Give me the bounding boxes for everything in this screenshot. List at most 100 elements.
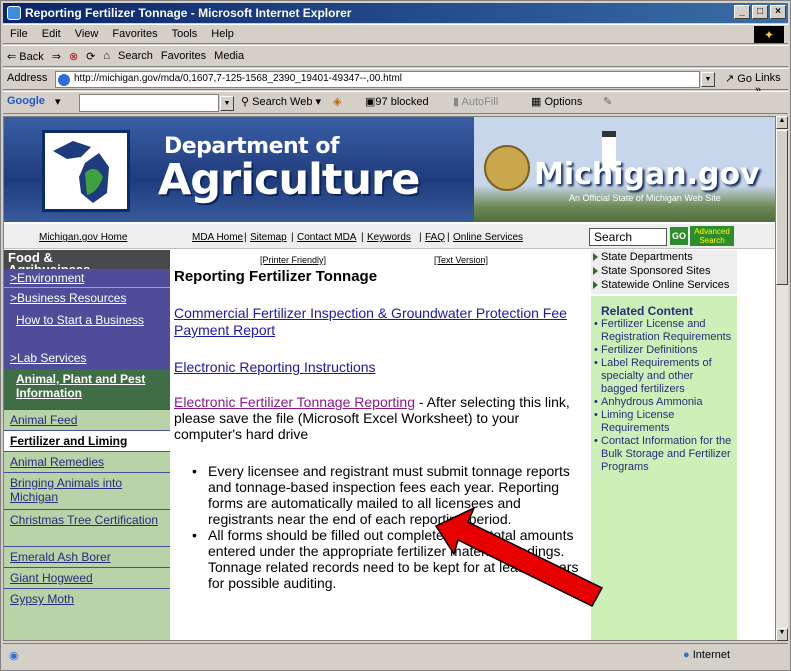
- electronic-tonnage-reporting-link[interactable]: Electronic Fertilizer Tonnage Reporting: [174, 394, 415, 410]
- site-banner: Department of Agriculture Michigan.gov A…: [4, 117, 775, 222]
- scroll-up-icon[interactable]: ▲: [776, 116, 788, 129]
- printer-friendly-link[interactable]: [Printer Friendly]: [260, 255, 326, 265]
- related-link[interactable]: Contact Information for the Bulk Storage…: [591, 435, 737, 474]
- address-url: http://michigan.gov/mda/0,1607,7-125-156…: [74, 73, 403, 84]
- forward-button[interactable]: ⇒: [48, 50, 65, 63]
- sidebar-item-label: Gypsy Moth: [10, 592, 75, 606]
- related-link[interactable]: Liming License Requirements: [591, 409, 737, 435]
- autofill-button[interactable]: ▮ AutoFill: [453, 95, 498, 108]
- media-button[interactable]: Media: [210, 50, 248, 62]
- nav-keywords[interactable]: Keywords: [367, 232, 411, 243]
- search-button[interactable]: Search: [114, 50, 157, 62]
- fee-payment-report-link[interactable]: Commercial Fertilizer Inspection & Groun…: [174, 305, 574, 339]
- sidebar-item-label: Business Resources: [17, 291, 127, 305]
- state-departments-link[interactable]: State Departments: [591, 250, 737, 264]
- close-button[interactable]: ×: [770, 5, 786, 19]
- sidebar-item-how-to-start[interactable]: How to Start a Business: [4, 310, 170, 346]
- tonnage-reporting-paragraph: Electronic Fertilizer Tonnage Reporting …: [174, 394, 579, 442]
- google-logo[interactable]: Google: [7, 95, 45, 107]
- sidebar-item-environment[interactable]: >Environment: [4, 269, 170, 287]
- michigan-gov-logo[interactable]: Michigan.gov: [534, 157, 760, 192]
- sidebar-item-animal-plant-pest[interactable]: Animal, Plant and Pest Information: [4, 369, 170, 409]
- sidebar-item-christmas-tree[interactable]: Christmas Tree Certification: [4, 510, 170, 546]
- go-button[interactable]: ↗ Go: [725, 72, 752, 85]
- page-viewport: Department of Agriculture Michigan.gov A…: [3, 116, 776, 641]
- blocked-label: 97 blocked: [375, 96, 429, 108]
- google-search-input[interactable]: [79, 94, 219, 112]
- sidebar-item-fertilizer-and-liming[interactable]: Fertilizer and Liming: [4, 431, 170, 451]
- scroll-down-icon[interactable]: ▼: [776, 628, 788, 641]
- sidebar-item-label: Animal, Plant and Pest Information: [16, 372, 146, 400]
- sidebar-item-bringing-animals[interactable]: Bringing Animals into Michigan: [4, 473, 170, 509]
- nav-online-services[interactable]: Online Services: [453, 232, 523, 243]
- google-dropdown-icon[interactable]: ▾: [55, 95, 61, 108]
- pagerank-icon[interactable]: ◈: [333, 95, 341, 108]
- back-button[interactable]: ⇐ Back: [3, 50, 48, 63]
- menu-help[interactable]: Help: [204, 28, 241, 40]
- state-seal-icon: [484, 145, 530, 191]
- scroll-thumb[interactable]: [776, 130, 788, 285]
- menu-edit[interactable]: Edit: [35, 28, 68, 40]
- text-version-link[interactable]: [Text Version]: [434, 255, 488, 265]
- nav-sitemap[interactable]: Sitemap: [250, 232, 287, 243]
- sidebar-item-label: Fertilizer and Liming: [10, 434, 128, 448]
- address-dropdown-icon[interactable]: ▼: [701, 72, 715, 87]
- internet-zone: ● Internet: [683, 649, 730, 661]
- red-pointer-arrow-icon: [434, 506, 604, 607]
- address-label: Address: [7, 72, 48, 84]
- sidebar-item-giant-hogweed[interactable]: Giant Hogweed: [4, 568, 170, 588]
- related-link[interactable]: Anhydrous Ammonia: [591, 396, 737, 409]
- minimize-button[interactable]: _: [734, 5, 750, 19]
- sidebar-item-lab-services[interactable]: >Lab Services: [4, 348, 170, 368]
- favorites-button[interactable]: Favorites: [157, 50, 210, 62]
- sidebar-item-label: Environment: [17, 271, 85, 285]
- electronic-reporting-instructions-link[interactable]: Electronic Reporting Instructions: [174, 359, 376, 376]
- go-label: Go: [737, 73, 752, 85]
- nav-faq[interactable]: FAQ: [425, 232, 445, 243]
- sidebar-item-label: Emerald Ash Borer: [10, 550, 111, 564]
- site-search-input[interactable]: Search: [589, 228, 667, 246]
- search-web-button[interactable]: ⚲ Search Web ▾: [241, 95, 321, 108]
- menu-file[interactable]: File: [3, 28, 35, 40]
- sidebar-item-animal-remedies[interactable]: Animal Remedies: [4, 452, 170, 472]
- statewide-online-services-link[interactable]: Statewide Online Services: [591, 278, 737, 292]
- google-toolbar: Google ▾ ▼ ⚲ Search Web ▾ ◈ ▣97 blocked …: [3, 91, 788, 114]
- related-link[interactable]: Fertilizer Definitions: [591, 344, 737, 357]
- nav-mda-home[interactable]: MDA Home: [192, 232, 243, 243]
- stop-button[interactable]: ⊗: [65, 50, 82, 63]
- sidebar-item-emerald-ash-borer[interactable]: Emerald Ash Borer: [4, 547, 170, 567]
- related-link[interactable]: Fertilizer License and Registration Requ…: [591, 318, 737, 344]
- menu-tools[interactable]: Tools: [165, 28, 205, 40]
- browser-window: Reporting Fertilizer Tonnage - Microsoft…: [0, 0, 791, 671]
- highlighter-icon[interactable]: ✎: [603, 95, 612, 108]
- site-search-go-button[interactable]: GO: [670, 227, 688, 245]
- home-button[interactable]: ⌂: [99, 50, 114, 62]
- menu-bar: File Edit View Favorites Tools Help ✦: [3, 24, 788, 44]
- sidebar-item-animal-feed[interactable]: Animal Feed: [4, 410, 170, 430]
- sidebar-item-label: Animal Feed: [10, 413, 78, 427]
- popup-blocker-button[interactable]: ▣97 blocked: [365, 95, 429, 108]
- sidebar-item-gypsy-moth[interactable]: Gypsy Moth: [4, 589, 170, 640]
- page-title: Reporting Fertilizer Tonnage: [174, 268, 378, 285]
- options-button[interactable]: ▦ Options: [531, 95, 582, 108]
- advanced-search-link[interactable]: Advanced Search: [690, 226, 734, 246]
- toolbar: ⇐ Back ⇒ ⊗ ⟳ ⌂ Search Favorites Media: [3, 45, 788, 67]
- michigan-gov-home-link[interactable]: Michigan.gov Home: [39, 232, 127, 243]
- agriculture-label: Agriculture: [158, 155, 420, 205]
- address-bar: Address http://michigan.gov/mda/0,1607,7…: [3, 68, 788, 96]
- refresh-button[interactable]: ⟳: [82, 50, 99, 63]
- vertical-scrollbar[interactable]: ▲ ▼: [776, 116, 788, 641]
- menu-view[interactable]: View: [68, 28, 106, 40]
- page-icon: [58, 74, 70, 86]
- window-controls: _ □ ×: [734, 5, 786, 19]
- address-input[interactable]: http://michigan.gov/mda/0,1607,7-125-156…: [55, 71, 700, 88]
- menu-favorites[interactable]: Favorites: [105, 28, 164, 40]
- sidebar-item-label: Animal Remedies: [10, 455, 105, 469]
- related-link[interactable]: Label Requirements of specialty and othe…: [591, 357, 737, 396]
- state-sponsored-sites-link[interactable]: State Sponsored Sites: [591, 264, 737, 278]
- status-bar: ◉ ● Internet: [3, 643, 788, 667]
- nav-contact-mda[interactable]: Contact MDA: [297, 232, 356, 243]
- sidebar-item-business-resources[interactable]: >Business Resources: [4, 288, 170, 308]
- google-input-dropdown-icon[interactable]: ▼: [220, 96, 234, 111]
- maximize-button[interactable]: □: [752, 5, 768, 19]
